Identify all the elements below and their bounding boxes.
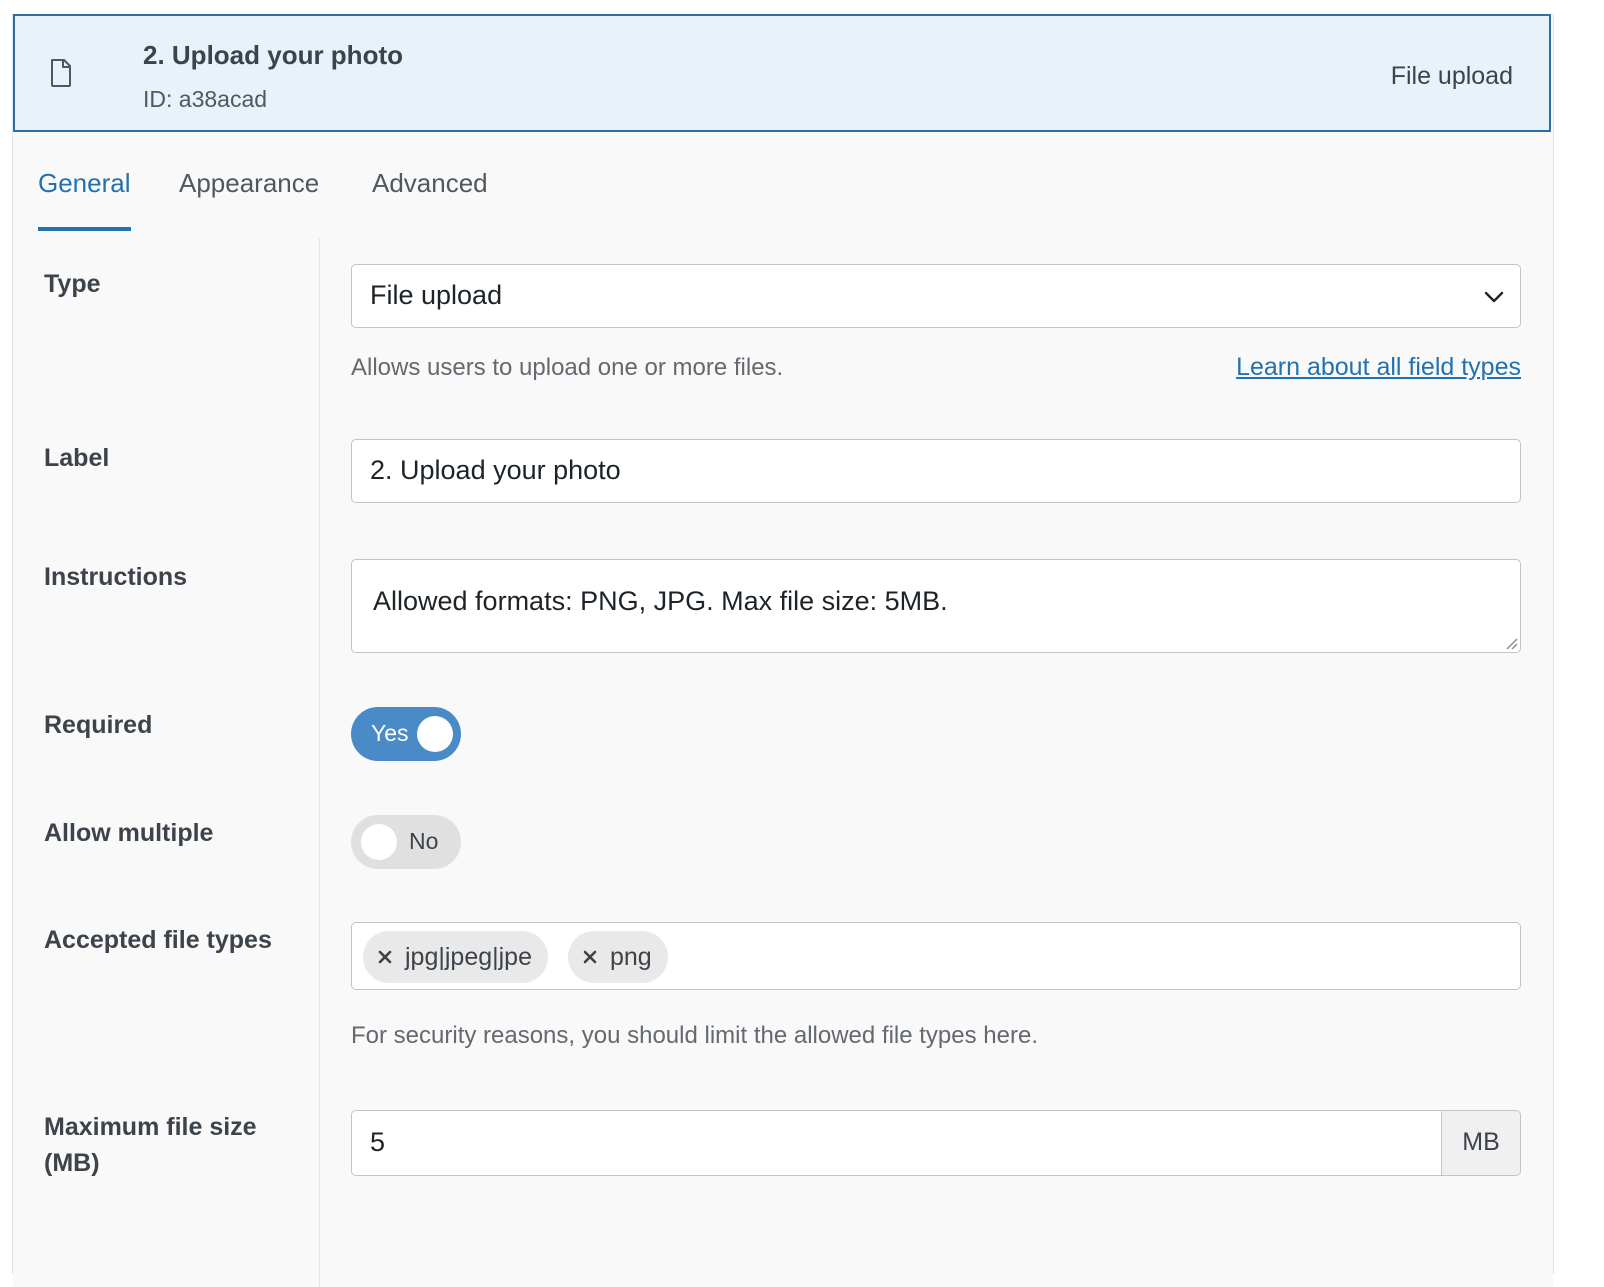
max-file-size-label-line2: (MB) <box>44 1149 100 1177</box>
max-file-size-unit: MB <box>1441 1110 1521 1176</box>
tag-png: png <box>568 931 668 983</box>
row-required: Required Yes <box>13 681 1553 789</box>
field-settings-panel: 2. Upload your photo ID: a38acad File up… <box>12 14 1554 1287</box>
tag-label: png <box>610 943 652 971</box>
tag-jpg: jpg|jpeg|jpe <box>363 931 548 983</box>
field-title: 2. Upload your photo <box>143 40 403 70</box>
type-select-value: File upload <box>370 280 503 310</box>
instructions-label: Instructions <box>44 563 188 591</box>
required-toggle-label: Yes <box>371 720 409 746</box>
field-type-label: File upload <box>1390 62 1513 90</box>
row-type: Type File upload Allows users to upload … <box>13 238 1553 414</box>
field-header[interactable]: 2. Upload your photo ID: a38acad File up… <box>13 14 1551 132</box>
tag-label: jpg|jpeg|jpe <box>405 943 532 971</box>
type-help-text: Allows users to upload one or more files… <box>351 354 784 381</box>
toggle-knob <box>417 716 453 752</box>
label-input[interactable]: 2. Upload your photo <box>351 439 1521 503</box>
required-label: Required <box>44 711 153 739</box>
file-icon <box>51 59 71 87</box>
required-toggle[interactable]: Yes <box>351 707 461 761</box>
instructions-text: Allowed formats: PNG, JPG. Max file size… <box>373 586 948 616</box>
row-next <box>13 1207 1553 1287</box>
field-id: ID: a38acad <box>143 86 268 112</box>
type-label: Type <box>44 270 101 298</box>
allow-multiple-toggle-label: No <box>409 828 439 854</box>
allow-multiple-toggle[interactable]: No <box>351 815 461 869</box>
resize-handle-icon[interactable] <box>1502 634 1518 650</box>
tab-advanced[interactable]: Advanced <box>372 168 488 227</box>
row-label: Label 2. Upload your photo <box>13 413 1553 533</box>
type-select[interactable]: File upload <box>351 264 1521 328</box>
max-file-size-label-line1: Maximum file size <box>44 1113 257 1141</box>
chevron-down-icon <box>1484 291 1504 303</box>
row-accepted-file-types: Accepted file types jpg|jpeg|jpe png For… <box>13 895 1553 1084</box>
file-types-help-text: For security reasons, you should limit t… <box>351 1022 1038 1049</box>
remove-tag-icon[interactable] <box>377 949 393 965</box>
row-max-file-size: Maximum file size (MB) 5 MB <box>13 1083 1553 1208</box>
settings-tabs: General Appearance Advanced <box>13 134 1553 239</box>
toggle-knob <box>361 824 397 860</box>
learn-field-types-link[interactable]: Learn about all field types <box>1236 353 1521 382</box>
max-file-size-label: Maximum file size (MB) <box>44 1109 257 1181</box>
tab-appearance[interactable]: Appearance <box>179 168 319 227</box>
allow-multiple-label: Allow multiple <box>44 819 214 847</box>
label-label: Label <box>44 444 110 472</box>
row-instructions: Instructions Allowed formats: PNG, JPG. … <box>13 532 1553 682</box>
remove-tag-icon[interactable] <box>582 949 598 965</box>
file-types-tag-input[interactable]: jpg|jpeg|jpe png <box>351 922 1521 990</box>
tab-general[interactable]: General <box>38 168 131 231</box>
accepted-file-types-label: Accepted file types <box>44 926 272 954</box>
max-file-size-input[interactable]: 5 <box>351 1110 1441 1176</box>
instructions-textarea[interactable]: Allowed formats: PNG, JPG. Max file size… <box>351 559 1521 653</box>
row-allow-multiple: Allow multiple No <box>13 788 1553 896</box>
